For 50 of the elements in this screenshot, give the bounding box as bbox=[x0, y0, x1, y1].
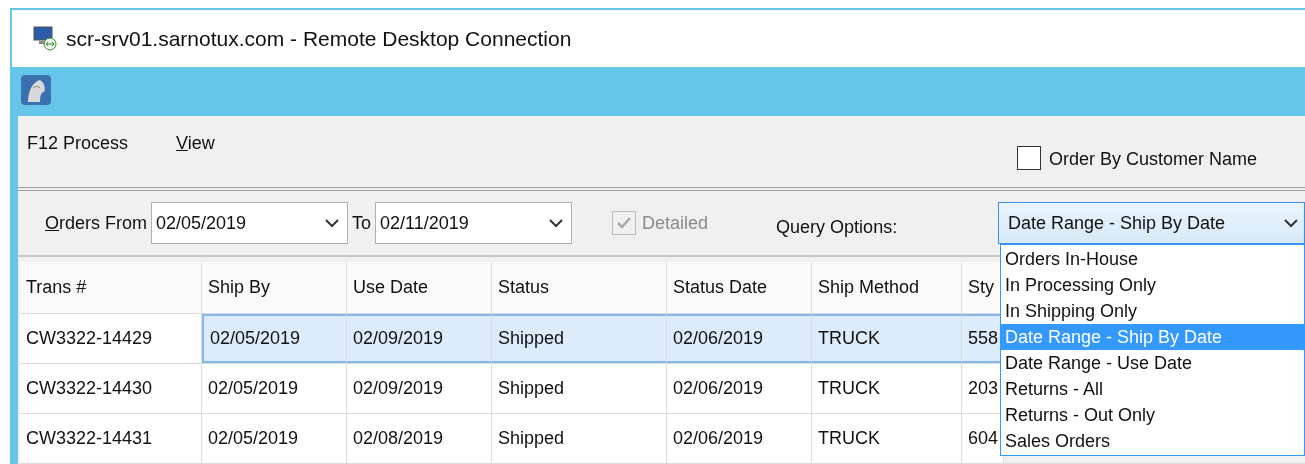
chevron-down-icon bbox=[325, 218, 340, 228]
checkbox-label: Detailed bbox=[642, 211, 709, 235]
checkbox-label: Order By Customer Name bbox=[1048, 148, 1257, 171]
dropdown-option[interactable]: In Processing Only bbox=[1001, 272, 1304, 298]
query-options-dropdown[interactable]: Date Range - Ship By Date bbox=[998, 202, 1305, 244]
table-cell: TRUCK bbox=[812, 414, 962, 463]
dropdown-option[interactable]: Date Range - Use Date bbox=[1001, 350, 1304, 376]
table-cell: TRUCK bbox=[812, 314, 962, 363]
query-options-label: Query Options: bbox=[776, 215, 898, 239]
table-cell: 02/09/2019 bbox=[347, 314, 492, 363]
table-cell: 02/05/2019 bbox=[202, 414, 347, 463]
table-cell: 02/05/2019 bbox=[202, 364, 347, 413]
remote-desktop-icon bbox=[32, 25, 58, 52]
dropdown-option[interactable]: Returns - Out Only bbox=[1001, 402, 1304, 428]
dropdown-option[interactable]: Orders In-House bbox=[1001, 246, 1304, 272]
column-header[interactable]: Sty bbox=[962, 262, 1004, 313]
column-header[interactable]: Ship Method bbox=[812, 262, 962, 313]
table-cell: 02/09/2019 bbox=[347, 364, 492, 413]
column-header[interactable]: Use Date bbox=[347, 262, 492, 313]
table-cell: 02/08/2019 bbox=[347, 414, 492, 463]
table-cell: Shipped bbox=[492, 414, 667, 463]
menu-item[interactable]: F12 Process bbox=[27, 130, 129, 157]
window-title: scr-srv01.sarnotux.com - Remote Desktop Connection bbox=[66, 25, 572, 52]
table-cell: 02/06/2019 bbox=[667, 414, 812, 463]
column-header[interactable]: Status bbox=[492, 262, 667, 313]
to-date-field[interactable]: 02/11/2019 bbox=[375, 202, 573, 244]
table-cell: CW3322-14429 bbox=[20, 314, 202, 363]
checkbox[interactable] bbox=[1016, 146, 1041, 170]
table-cell: CW3322-14430 bbox=[20, 364, 202, 413]
table-cell: 02/06/2019 bbox=[667, 364, 812, 413]
from-date-field[interactable]: 02/05/2019 bbox=[151, 202, 349, 244]
chevron-down-icon bbox=[549, 218, 564, 228]
table-cell: Shipped bbox=[492, 364, 667, 413]
table-cell: 02/05/2019 bbox=[202, 314, 347, 363]
column-header[interactable]: Trans # bbox=[20, 262, 202, 313]
table-cell: Shipped bbox=[492, 314, 667, 363]
app-icon bbox=[20, 74, 52, 107]
table-cell: 604 bbox=[962, 414, 1004, 463]
to-label: To bbox=[352, 211, 372, 235]
dropdown-option[interactable]: Returns - All bbox=[1001, 376, 1304, 402]
dropdown-option[interactable]: Sales Orders bbox=[1001, 428, 1304, 454]
orders-from-label: Orders From bbox=[45, 211, 148, 235]
column-header[interactable]: Status Date bbox=[667, 262, 812, 313]
dropdown-option[interactable]: In Shipping Only bbox=[1001, 298, 1304, 324]
chevron-down-icon bbox=[1284, 218, 1298, 228]
table-cell: TRUCK bbox=[812, 364, 962, 413]
table-cell: CW3322-14431 bbox=[20, 414, 202, 463]
column-header[interactable]: Ship By bbox=[202, 262, 347, 313]
table-cell: 02/06/2019 bbox=[667, 314, 812, 363]
menu-item[interactable]: View bbox=[176, 130, 215, 157]
